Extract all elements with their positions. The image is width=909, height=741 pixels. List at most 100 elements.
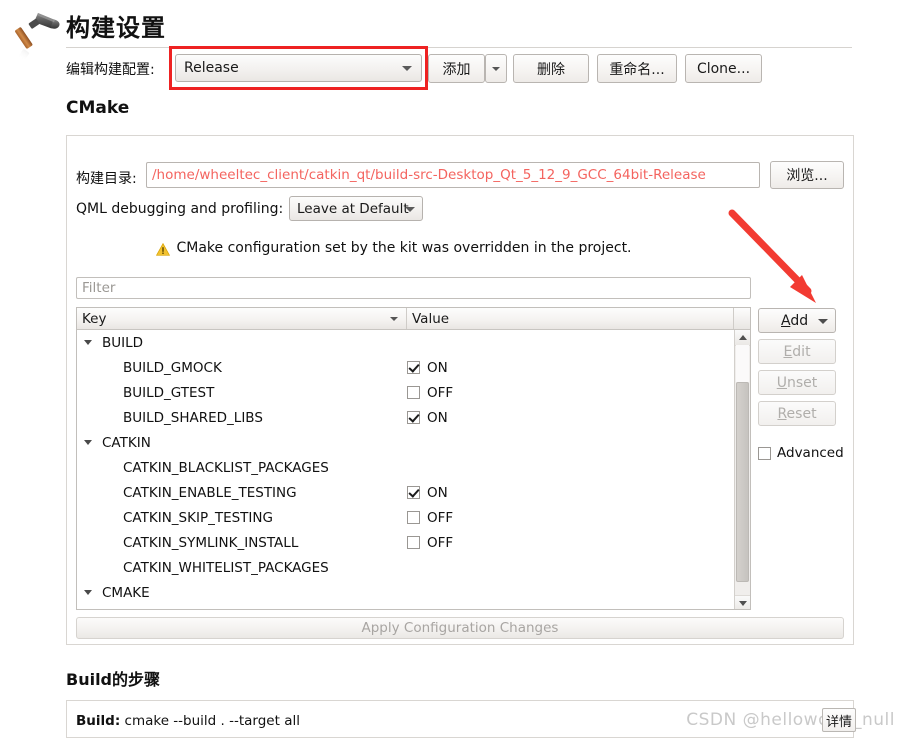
- remove-config-button[interactable]: 删除: [513, 54, 589, 83]
- triangle-down-icon[interactable]: [84, 340, 92, 345]
- value-checkbox[interactable]: [407, 361, 420, 374]
- table-row[interactable]: BUILD_GMOCK ON: [77, 355, 750, 380]
- table-row[interactable]: BUILD_GTEST OFF: [77, 380, 750, 405]
- value-checkbox[interactable]: [407, 411, 420, 424]
- column-header-spacer: [734, 308, 750, 329]
- chevron-down-icon: [402, 66, 412, 71]
- advanced-checkbox-row[interactable]: Advanced: [758, 445, 844, 461]
- value-checkbox[interactable]: [407, 486, 420, 499]
- build-step-row[interactable]: Build: cmake --build . --target all: [76, 713, 300, 729]
- qml-debugging-select[interactable]: Leave at Default: [289, 196, 423, 221]
- warning-triangle-icon: [156, 242, 171, 256]
- table-vertical-scrollbar[interactable]: [734, 330, 750, 609]
- add-config-button[interactable]: 添加: [428, 54, 485, 83]
- apply-configuration-changes-button[interactable]: Apply Configuration Changes: [76, 617, 844, 639]
- table-cell-key-label: CATKIN_WHITELIST_PACKAGES: [123, 559, 329, 576]
- value-checkbox[interactable]: [407, 536, 420, 549]
- add-button-label: Add: [781, 312, 809, 329]
- table-cell-key-label: CATKIN_BLACKLIST_PACKAGES: [123, 459, 329, 476]
- column-header-key[interactable]: Key: [77, 308, 407, 329]
- unset-button-label: Unset: [776, 374, 818, 391]
- triangle-down-icon[interactable]: [84, 440, 92, 445]
- hammer-icon: [15, 13, 60, 60]
- qml-debugging-label: QML debugging and profiling:: [76, 201, 284, 217]
- title-divider: [66, 47, 852, 48]
- details-button[interactable]: 详情: [822, 708, 856, 732]
- add-button[interactable]: Add: [758, 308, 836, 333]
- chevron-down-icon: [492, 66, 500, 71]
- table-rows-host: BUILD BUILD_GMOCK ON BUILD_GTEST OFF BUILD_SH…: [77, 330, 750, 605]
- edit-button-label: Edit: [783, 343, 811, 360]
- build-directory-input[interactable]: [146, 162, 760, 188]
- clone-config-button[interactable]: Clone...: [685, 54, 762, 83]
- table-cell-value-label: OFF: [427, 534, 454, 551]
- value-checkbox[interactable]: [407, 511, 420, 524]
- table-row[interactable]: CMAKE: [77, 580, 750, 605]
- table-cell-key: BUILD_GMOCK: [77, 360, 407, 376]
- table-cell-key-label: CMAKE: [102, 584, 150, 601]
- table-cell-value: OFF: [407, 385, 750, 401]
- table-cell-key-label: CATKIN: [102, 434, 151, 451]
- chevron-down-icon: [405, 206, 415, 212]
- unset-button: Unset: [758, 370, 836, 395]
- build-step-prefix: Build:: [76, 713, 121, 729]
- table-cell-value: ON: [407, 360, 750, 376]
- table-cell-key-label: BUILD_GMOCK: [123, 359, 222, 376]
- edit-button: Edit: [758, 339, 836, 364]
- table-row[interactable]: CATKIN_BLACKLIST_PACKAGES: [77, 455, 750, 480]
- column-header-value[interactable]: Value: [407, 308, 734, 329]
- table-row[interactable]: BUILD: [77, 330, 750, 355]
- table-body: BUILD BUILD_GMOCK ON BUILD_GTEST OFF BUILD_SH…: [77, 330, 750, 609]
- table-cell-key: BUILD_GTEST: [77, 385, 407, 401]
- scroll-up-button[interactable]: [735, 330, 750, 346]
- cmake-config-table[interactable]: Key Value BUILD BUILD_GMOCK ON BUILD_GTEST O…: [76, 307, 751, 610]
- column-header-key-label: Key: [82, 310, 107, 327]
- advanced-checkbox[interactable]: [758, 446, 771, 460]
- cmake-warning-row: CMake configuration set by the kit was o…: [0, 240, 788, 256]
- scrollbar-thumb[interactable]: [736, 382, 749, 582]
- table-cell-key: CATKIN_BLACKLIST_PACKAGES: [77, 460, 407, 476]
- advanced-checkbox-label: Advanced: [777, 445, 844, 461]
- table-cell-key: CATKIN: [77, 435, 407, 451]
- table-cell-key-label: CATKIN_SKIP_TESTING: [123, 509, 273, 526]
- table-cell-key: BUILD: [77, 335, 407, 351]
- triangle-up-icon: [738, 335, 747, 340]
- table-cell-value-label: OFF: [427, 509, 454, 526]
- triangle-down-icon: [738, 601, 747, 606]
- table-cell-value: ON: [407, 410, 750, 426]
- add-config-dropdown-button[interactable]: [485, 54, 507, 83]
- table-row[interactable]: CATKIN: [77, 430, 750, 455]
- cmake-section-heading: CMake: [66, 98, 130, 118]
- edit-build-config-label: 编辑构建配置:: [66, 62, 155, 78]
- table-row[interactable]: CATKIN_ENABLE_TESTING ON: [77, 480, 750, 505]
- table-cell-key-label: CATKIN_ENABLE_TESTING: [123, 484, 297, 501]
- sort-descending-icon: [390, 317, 398, 321]
- scroll-down-button[interactable]: [735, 595, 750, 609]
- table-row[interactable]: CATKIN_SKIP_TESTING OFF: [77, 505, 750, 530]
- table-cell-key: CATKIN_SKIP_TESTING: [77, 510, 407, 526]
- triangle-down-icon[interactable]: [84, 590, 92, 595]
- build-steps-heading: Build的步骤: [66, 670, 161, 689]
- table-cell-key-label: BUILD_GTEST: [123, 384, 215, 401]
- table-row[interactable]: CATKIN_SYMLINK_INSTALL OFF: [77, 530, 750, 555]
- build-config-select[interactable]: Release: [175, 54, 422, 82]
- table-cell-key: CMAKE: [77, 585, 407, 601]
- reset-button: Reset: [758, 401, 836, 426]
- table-header-row: Key Value: [77, 308, 750, 330]
- table-cell-key-label: BUILD_SHARED_LIBS: [123, 409, 263, 426]
- table-row[interactable]: BUILD_SHARED_LIBS ON: [77, 405, 750, 430]
- table-cell-key: CATKIN_SYMLINK_INSTALL: [77, 535, 407, 551]
- rename-config-button[interactable]: 重命名...: [597, 54, 677, 83]
- browse-button[interactable]: 浏览...: [770, 161, 844, 189]
- table-cell-value: OFF: [407, 510, 750, 526]
- table-cell-value: ON: [407, 485, 750, 501]
- chevron-down-icon[interactable]: [818, 318, 828, 324]
- table-cell-key: CATKIN_ENABLE_TESTING: [77, 485, 407, 501]
- value-checkbox[interactable]: [407, 386, 420, 399]
- scrollbar-track[interactable]: [736, 345, 749, 382]
- table-row[interactable]: CATKIN_WHITELIST_PACKAGES: [77, 555, 750, 580]
- table-cell-key-label: BUILD: [102, 334, 144, 351]
- table-cell-value-label: ON: [427, 484, 448, 501]
- filter-input[interactable]: [76, 277, 751, 299]
- watermark: CSDN @helloworld_null: [686, 710, 895, 730]
